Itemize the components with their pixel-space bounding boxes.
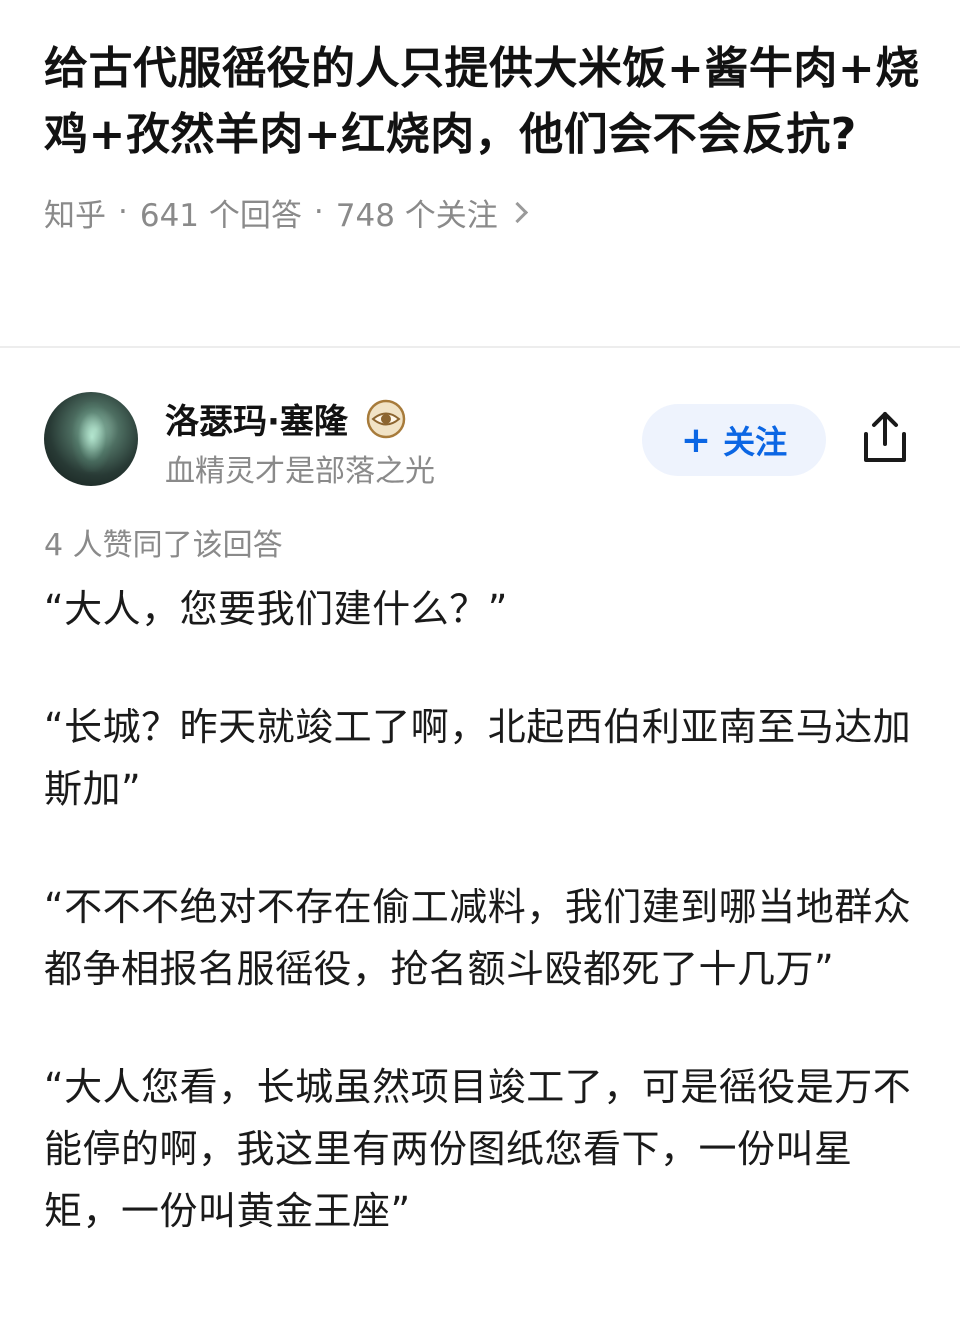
author-name-row: 洛瑟玛·塞隆 <box>165 394 406 443</box>
eye-badge-icon <box>366 399 406 438</box>
question-title[interactable]: 给古代服徭役的人只提供大米饭+酱牛肉+烧鸡+孜然羊肉+红烧肉，他们会不会反抗? <box>44 36 924 168</box>
answer-paragraph: “不不不绝对不存在偷工减料，我们建到哪当地群众都争相报名服徭役，抢名额斗殴都死了… <box>44 885 912 991</box>
meta-separator: · <box>118 194 128 230</box>
likes-count: 4 人赞同了该回答 <box>44 528 283 563</box>
followers-count: 748 个关注 <box>335 197 498 234</box>
meta-separator: · <box>313 194 324 230</box>
author-row: 洛瑟玛·塞隆 血精灵才是部落之光 + 关注 <box>44 392 916 492</box>
question-meta[interactable]: 知乎 · 641 个回答 · 748 个关注 <box>44 190 924 234</box>
follow-button[interactable]: + 关注 <box>642 404 826 476</box>
answer-body: “大人，您要我们建什么？” “长城？昨天就竣工了啊，北起西伯利亚南至马达加斯加”… <box>44 578 924 1298</box>
chevron-right-icon[interactable] <box>506 201 528 223</box>
question-header: 给古代服徭役的人只提供大米饭+酱牛肉+烧鸡+孜然羊肉+红烧肉，他们会不会反抗? … <box>44 36 924 234</box>
source-label: 知乎 <box>44 197 106 234</box>
answers-count: 641 个回答 <box>139 197 302 234</box>
section-divider <box>0 346 960 348</box>
plus-icon: + <box>680 419 712 461</box>
answer-paragraph: “大人，您要我们建什么？” <box>44 587 508 631</box>
answer-paragraph: “大人您看，长城虽然项目竣工了，可是徭役是万不能停的啊，我这里有两份图纸您看下，… <box>44 1065 912 1233</box>
share-icon[interactable] <box>860 410 910 466</box>
answer-paragraph: “长城？昨天就竣工了啊，北起西伯利亚南至马达加斯加” <box>44 705 912 811</box>
follow-label: 关注 <box>723 423 788 461</box>
author-bio: 血精灵才是部落之光 <box>165 454 435 489</box>
avatar[interactable] <box>44 392 138 486</box>
author-name[interactable]: 洛瑟玛·塞隆 <box>165 394 348 443</box>
